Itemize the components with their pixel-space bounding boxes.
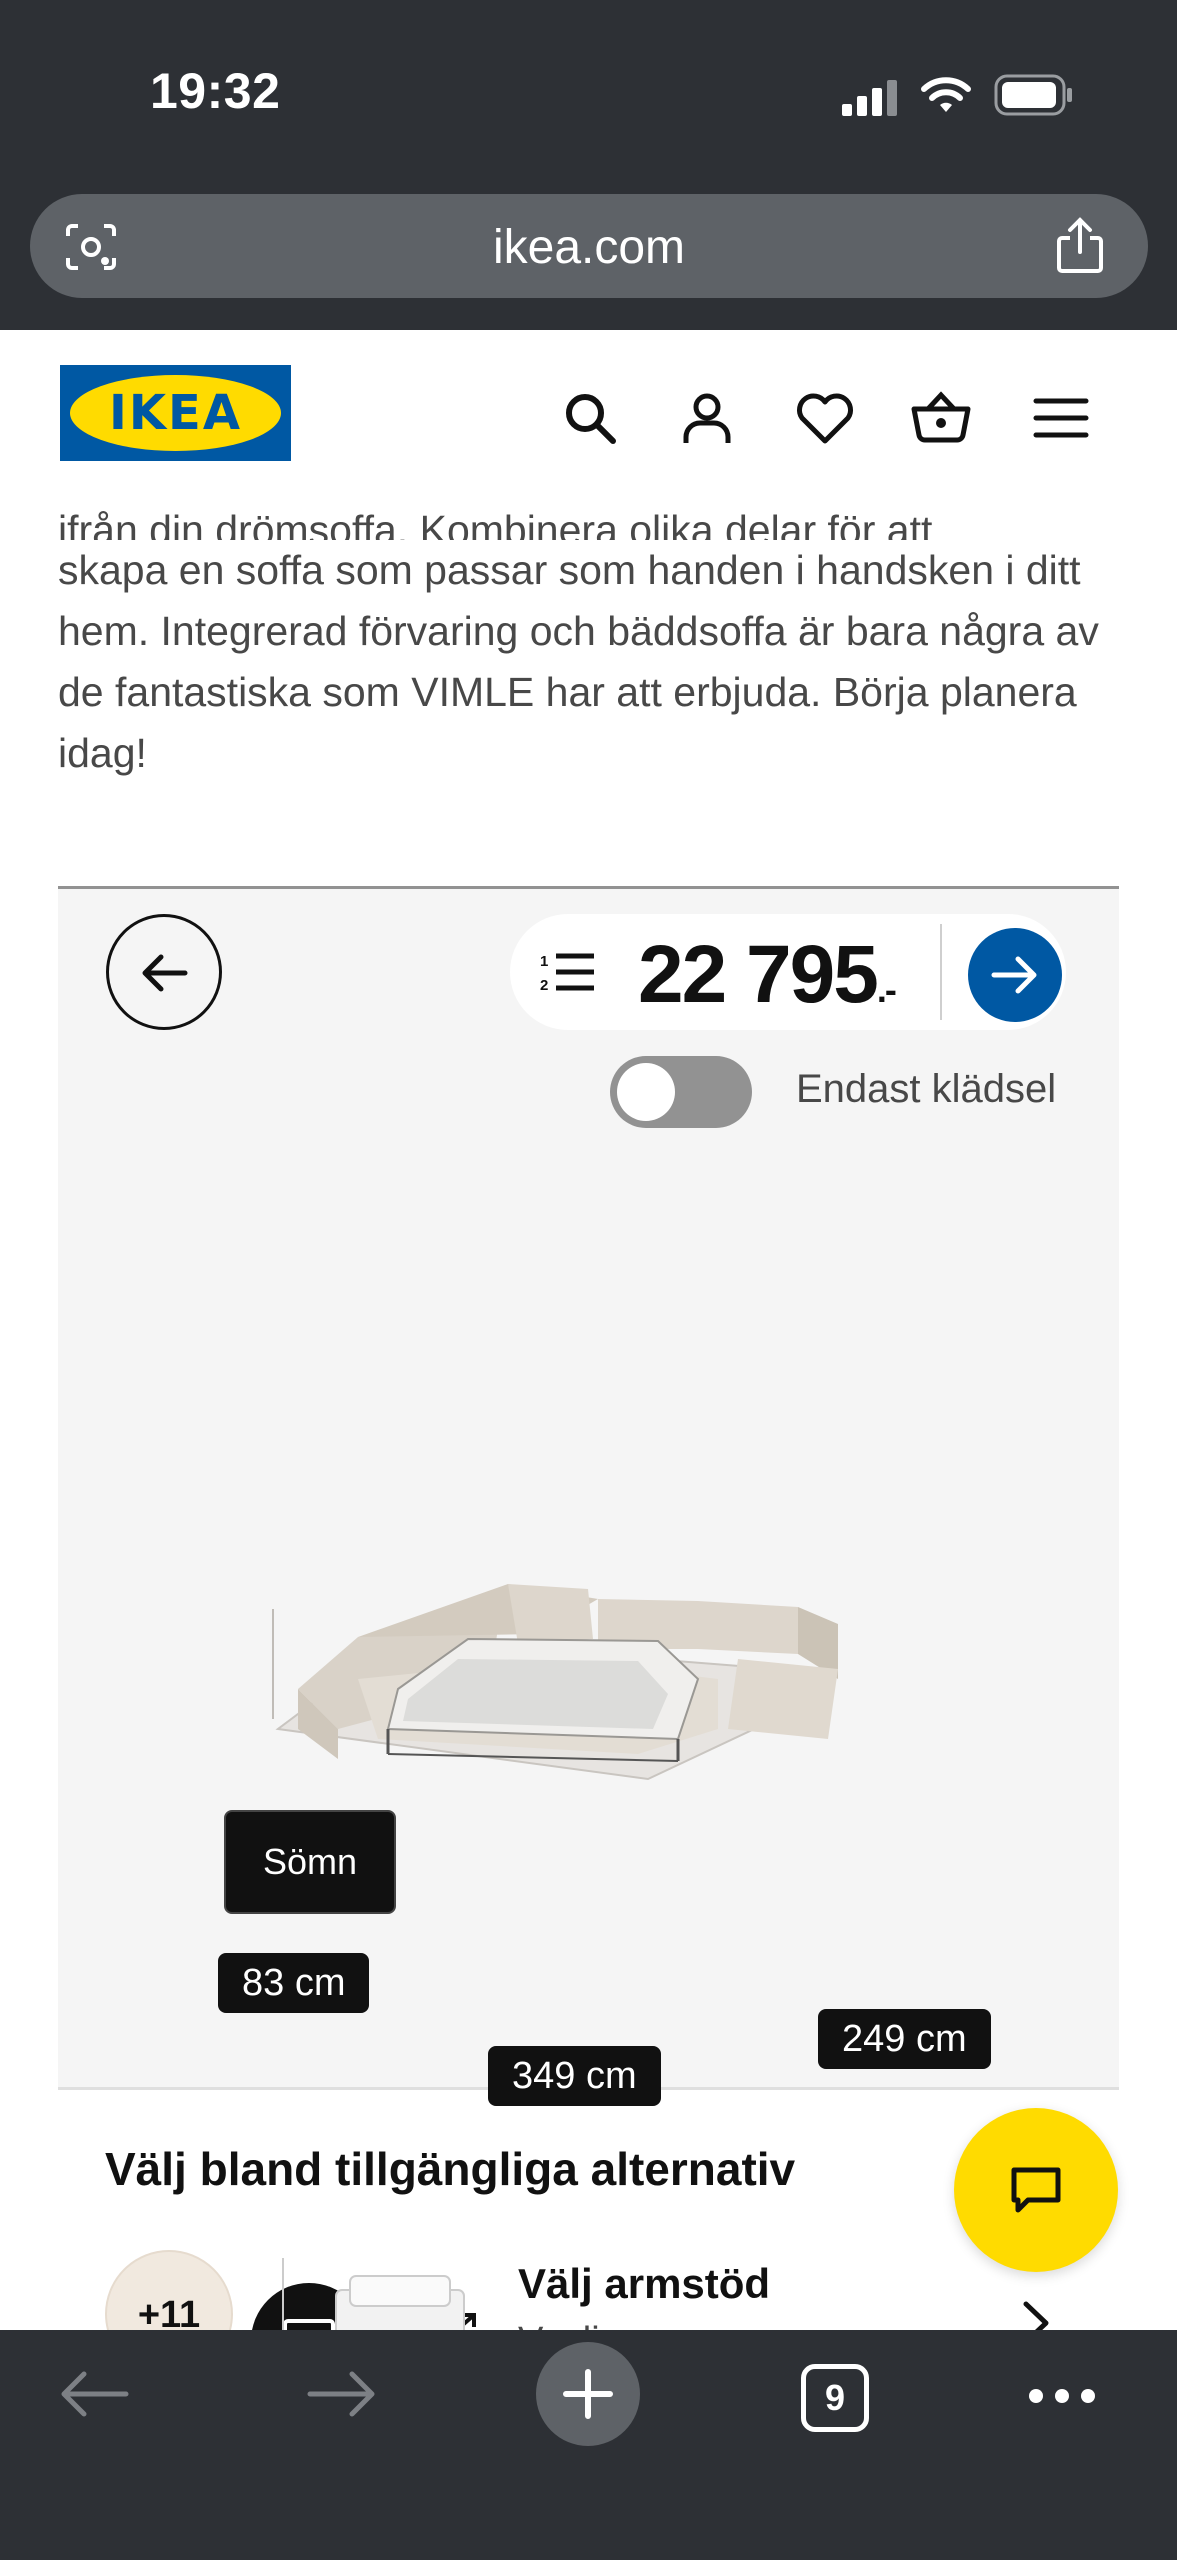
browser-toolbar: 9: [0, 2330, 1177, 2560]
armrest-thumbnail[interactable]: [330, 2270, 470, 2330]
price-currency: .-: [876, 969, 897, 1010]
more-options-badge[interactable]: +11: [105, 2250, 233, 2330]
wifi-icon: [921, 77, 971, 112]
url-text[interactable]: ikea.com: [30, 220, 1148, 275]
browser-forward-icon[interactable]: [304, 2366, 380, 2422]
chevron-right-icon[interactable]: [1018, 2298, 1054, 2330]
sofa-configurator: 1 2 22 795.- Endast klädsel 83 cm 349 cm…: [58, 886, 1119, 2330]
width-label: 349 cm: [488, 2046, 661, 2106]
depth-label: 249 cm: [818, 2009, 991, 2069]
intro-text: skapa en soffa som passar som handen i h…: [58, 547, 1099, 776]
sleep-tooltip: Sömn: [224, 1810, 396, 1914]
sofa-3d-view[interactable]: [258, 1489, 958, 1829]
ikea-logo[interactable]: IKEA: [60, 365, 291, 461]
new-tab-button[interactable]: [536, 2342, 640, 2446]
profile-icon[interactable]: [674, 385, 740, 451]
heart-icon[interactable]: [792, 385, 858, 451]
web-page: IKEA ifrån din drömsoffa. Kombinera olik…: [0, 330, 1177, 2330]
back-button[interactable]: [106, 914, 222, 1030]
address-bar[interactable]: ikea.com: [30, 194, 1148, 298]
chat-icon: [1011, 2167, 1061, 2213]
divider: [282, 2258, 284, 2330]
browser-back-icon[interactable]: [56, 2366, 132, 2422]
more-count: +11: [137, 2294, 201, 2330]
toggle-label: Endast klädsel: [796, 1067, 1057, 1111]
chat-button[interactable]: [954, 2108, 1118, 2272]
status-bar: 19:32: [0, 0, 1177, 190]
continue-button[interactable]: [968, 928, 1062, 1022]
height-label: 83 cm: [218, 1953, 370, 2013]
svg-text:1: 1: [540, 953, 548, 970]
intro-text-partial: ifrån din drömsoffa. Kombinera olika del…: [58, 507, 933, 540]
arrow-left-icon: [142, 954, 188, 992]
menu-icon[interactable]: [1028, 385, 1094, 451]
cart-icon[interactable]: [908, 385, 974, 451]
alternatives-heading: Välj bland tillgängliga alternativ: [105, 2143, 796, 2195]
search-icon[interactable]: [557, 385, 623, 451]
more-menu-icon[interactable]: [1026, 2386, 1098, 2406]
list-icon[interactable]: 1 2: [540, 950, 596, 994]
clock: 19:32: [150, 63, 281, 119]
svg-text:2: 2: [540, 977, 548, 994]
plus-icon: [563, 2369, 613, 2419]
arrow-right-icon: [991, 956, 1037, 994]
total-price: 22 795.-: [638, 929, 897, 1020]
price-divider: [940, 924, 942, 1020]
upholstery-only-toggle[interactable]: [610, 1056, 752, 1128]
signal-icon: [842, 80, 897, 116]
battery-icon: [994, 74, 1072, 116]
site-header: IKEA: [0, 330, 1177, 500]
share-icon[interactable]: [1052, 216, 1108, 276]
tab-switcher-button[interactable]: 9: [801, 2364, 869, 2432]
armrest-option-title[interactable]: Välj armstöd: [518, 2260, 770, 2308]
armrest-option-subtitle: Vanliga: [518, 2320, 642, 2330]
price-summary[interactable]: 1 2 22 795.-: [510, 914, 1066, 1030]
